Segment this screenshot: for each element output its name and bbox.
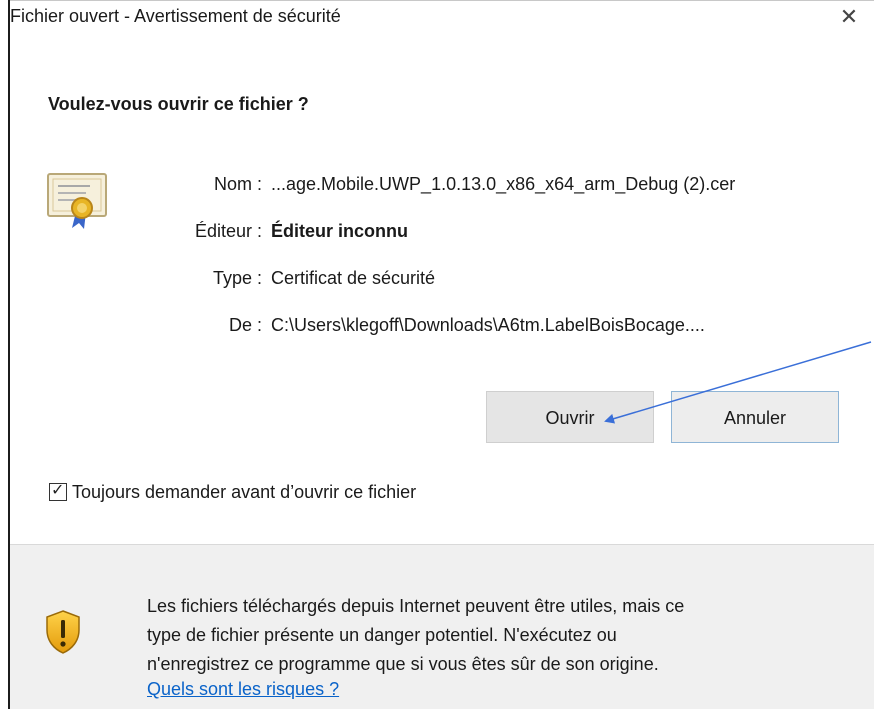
- from-label: De :: [228, 315, 262, 335]
- cancel-button[interactable]: Annuler: [671, 391, 839, 443]
- close-icon[interactable]: ✕: [834, 0, 864, 34]
- type-label: Type :: [212, 268, 262, 288]
- dialog-question: Voulez-vous ouvrir ce fichier ?: [48, 94, 309, 114]
- warning-line: Les fichiers téléchargés depuis Internet…: [147, 596, 685, 616]
- warning-line: type de fichier présente un danger poten…: [147, 625, 617, 645]
- publisher-value: Éditeur inconnu: [271, 221, 408, 241]
- from-value: C:\Users\klegoff\Downloads\A6tm.LabelBoi…: [271, 315, 705, 335]
- certificate-icon: [47, 173, 107, 229]
- window-title: Fichier ouvert - Avertissement de sécuri…: [10, 6, 341, 26]
- security-warning-text: Les fichiers téléchargés depuis Internet…: [147, 592, 847, 679]
- warning-shield-icon: [46, 610, 80, 654]
- type-value: Certificat de sécurité: [271, 268, 436, 288]
- always-ask-label[interactable]: Toujours demander avant d’ouvrir ce fich…: [72, 482, 416, 503]
- name-label: Nom :: [213, 174, 262, 194]
- window-top-border: [8, 0, 874, 1]
- always-ask-checkbox[interactable]: ✓: [49, 482, 67, 501]
- open-button[interactable]: Ouvrir: [486, 391, 654, 443]
- risks-link[interactable]: Quels sont les risques ?: [147, 679, 339, 700]
- publisher-label: Éditeur :: [194, 221, 262, 241]
- warning-line: n'enregistrez ce programme que si vous ê…: [147, 654, 659, 674]
- name-value: ...age.Mobile.UWP_1.0.13.0_x86_x64_arm_D…: [271, 174, 736, 194]
- checkmark-icon: ✓: [51, 482, 65, 499]
